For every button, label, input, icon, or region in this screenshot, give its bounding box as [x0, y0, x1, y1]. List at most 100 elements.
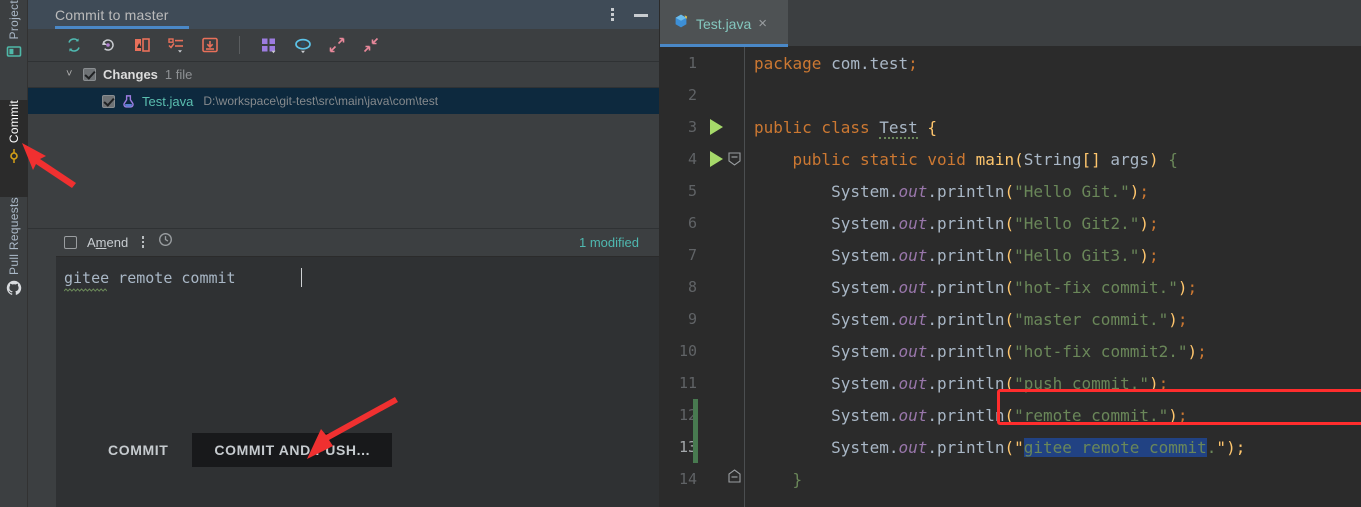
gutter: [704, 79, 744, 111]
changed-file-row[interactable]: Test.java D:\workspace\git-test\src\main…: [28, 88, 659, 114]
code-line: 12 System.out.println("remote commit.");: [660, 399, 1361, 431]
show-diff-icon[interactable]: [132, 35, 152, 55]
sidebar-item-pull-requests-label: Pull Requests: [7, 197, 21, 275]
amend-checkbox[interactable]: [64, 235, 77, 249]
commit-message-text: gitee remote commit: [64, 268, 236, 287]
editor-tab-bar: Test.java ×: [660, 0, 1361, 47]
sidebar-item-commit[interactable]: Commit: [0, 100, 28, 197]
line-number: 5: [687, 182, 697, 200]
gutter: [704, 111, 744, 143]
chevron-down-icon[interactable]: ˅: [66, 69, 76, 80]
project-window-icon: [6, 44, 22, 65]
line-number: 10: [678, 342, 697, 360]
code-line: 2: [660, 79, 1361, 111]
vcs-change-marker[interactable]: [693, 431, 698, 463]
update-project-icon[interactable]: [200, 35, 220, 55]
commit-panel-header: Commit to master: [28, 0, 659, 29]
selected-text: gitee remote commit: [1023, 437, 1207, 457]
changelist-icon[interactable]: [166, 35, 186, 55]
code-line: 6 System.out.println("Hello Git2.");: [660, 207, 1361, 239]
gutter: [704, 143, 744, 175]
code-editor: Test.java × 1 package com.test; 2 3 publ…: [660, 0, 1361, 507]
tab-test-java[interactable]: Test.java ×: [660, 0, 788, 47]
collapse-all-icon[interactable]: [361, 35, 381, 55]
title-underline: [55, 26, 189, 29]
gutter: [704, 175, 744, 207]
gutter: [693, 399, 744, 431]
code-line-text: System.out.println("hot-fix commit2.");: [831, 341, 1207, 361]
commit-options-icon[interactable]: [138, 236, 148, 248]
file-path: D:\workspace\git-test\src\main\java\com\…: [203, 94, 439, 108]
sidebar-item-project[interactable]: Project: [0, 0, 28, 100]
intellij-window: Project Commit Pull Requests Commit to m…: [0, 0, 1361, 507]
commit-button[interactable]: COMMIT: [92, 433, 184, 467]
gutter: [704, 367, 744, 399]
code-line: 14 }: [660, 463, 1361, 495]
fold-marker-icon[interactable]: [728, 152, 741, 166]
page-title: Commit to master: [55, 6, 169, 23]
amend-bar: Amend 1 modified: [28, 227, 659, 256]
commit-message-input[interactable]: gitee remote commit: [56, 255, 659, 394]
gutter: [704, 303, 744, 335]
commit-and-push-button[interactable]: COMMIT AND PUSH...: [192, 433, 393, 468]
changes-empty-area: [28, 114, 659, 228]
tab-bar-empty: [788, 0, 1361, 47]
code-line: 3 public class Test {: [660, 111, 1361, 143]
file-name: Test.java: [142, 93, 194, 109]
gutter: [704, 335, 744, 367]
java-class-icon: [673, 13, 689, 34]
minimize-icon[interactable]: [633, 7, 649, 23]
commit-tool-window: Commit to master ˅ Changes 1 file Test.j…: [28, 0, 660, 507]
commit-toolbar: [28, 29, 659, 62]
amend-label: Amend: [87, 234, 129, 250]
code-line: 7 System.out.println("Hello Git3.");: [660, 239, 1361, 271]
gutter: [704, 47, 744, 79]
group-by-icon[interactable]: [259, 35, 279, 55]
changes-group-row[interactable]: ˅ Changes 1 file: [28, 62, 659, 88]
expand-all-icon[interactable]: [327, 35, 347, 55]
refresh-changes-icon[interactable]: [64, 35, 84, 55]
gutter: [693, 431, 744, 463]
code-line: 10 System.out.println("hot-fix commit2."…: [660, 335, 1361, 367]
code-line: 8 System.out.println("hot-fix commit.");: [660, 271, 1361, 303]
spellcheck-squiggle: [64, 287, 107, 292]
header-actions: [605, 0, 649, 29]
file-checkbox[interactable]: [102, 94, 115, 108]
code-line-text: System.out.println("master commit.");: [831, 309, 1188, 329]
left-tool-strip: Project Commit Pull Requests: [0, 0, 28, 507]
code-line-text: public static void main(String[] args) {: [792, 149, 1178, 169]
vcs-change-marker[interactable]: [693, 399, 698, 431]
gutter: [704, 271, 744, 303]
line-number: 11: [678, 374, 697, 392]
more-options-icon[interactable]: [605, 7, 619, 23]
commit-icon: [6, 148, 22, 169]
code-line: 9 System.out.println("master commit.");: [660, 303, 1361, 335]
sidebar-item-pull-requests[interactable]: Pull Requests: [0, 197, 28, 315]
code-line-text: System.out.println("Hello Git2.");: [831, 213, 1159, 233]
close-icon[interactable]: ×: [758, 16, 767, 31]
gutter: [704, 239, 744, 271]
code-line-text: System.out.println("Hello Git.");: [831, 181, 1149, 201]
code-line-text: }: [792, 469, 803, 489]
text-caret: [301, 267, 302, 287]
line-number: 8: [687, 278, 697, 296]
toolbar-separator: [239, 36, 240, 54]
history-clock-icon[interactable]: [158, 232, 173, 252]
code-line-text: public class Test {: [754, 117, 938, 139]
code-content[interactable]: 1 package com.test; 2 3 public class Tes…: [660, 47, 1361, 507]
run-class-icon[interactable]: [710, 119, 723, 135]
line-number: 3: [687, 118, 697, 136]
preview-diff-icon[interactable]: [293, 35, 313, 55]
line-number: 4: [687, 150, 697, 168]
changes-checkbox[interactable]: [83, 68, 96, 81]
code-line-text: System.out.println("remote commit.");: [831, 405, 1188, 425]
rollback-icon[interactable]: [98, 35, 118, 55]
sidebar-item-commit-label: Commit: [7, 100, 21, 144]
run-method-icon[interactable]: [710, 151, 723, 167]
code-line-text: package com.test;: [754, 53, 918, 73]
commit-button-bar: COMMIT COMMIT AND PUSH...: [56, 393, 659, 507]
changes-label: Changes: [103, 67, 158, 82]
code-line-text: System.out.println("gitee remote commit.…: [831, 437, 1246, 457]
fold-end-marker-icon[interactable]: [728, 469, 741, 483]
gutter: [704, 463, 744, 495]
